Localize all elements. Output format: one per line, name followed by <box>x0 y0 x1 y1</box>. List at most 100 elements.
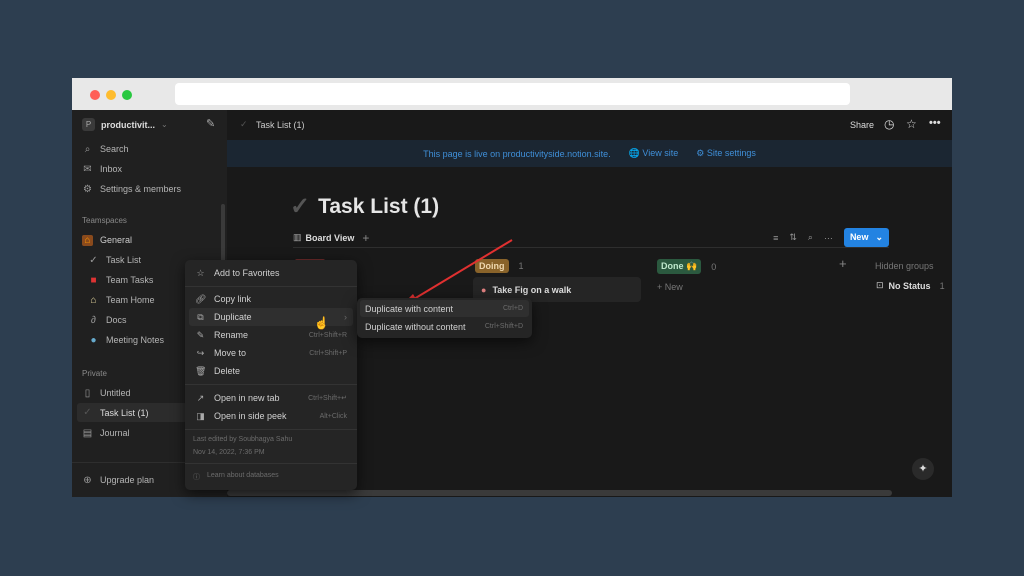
address-bar[interactable] <box>175 83 850 105</box>
workspace-switcher[interactable]: P productivit... ⌄ <box>82 118 168 131</box>
share-button[interactable]: Share <box>850 120 874 130</box>
check-icon: ✓ <box>83 407 92 418</box>
hidden-group-no-status[interactable]: ⊡ No Status 1 <box>876 280 945 291</box>
link-icon: 🔗︎ <box>195 293 207 304</box>
add-view-icon[interactable]: + <box>362 231 369 245</box>
label: Meeting Notes <box>106 335 165 345</box>
menu-item-copy-link[interactable]: 🔗︎ Copy link <box>189 290 353 308</box>
sidebar-item-settings[interactable]: ⚙ Settings & members <box>82 181 181 197</box>
upgrade-plan-button[interactable]: ⊕ Upgrade plan <box>82 472 154 488</box>
chevron-right-icon: › <box>344 312 347 322</box>
sidebar-item-docs[interactable]: ∂ Docs <box>88 312 127 328</box>
sidebar-item-task-list-1[interactable]: ✓ Task List (1) <box>77 403 187 422</box>
divider <box>185 429 357 430</box>
upgrade-icon: ⊕ <box>83 474 92 486</box>
chevron-down-icon[interactable]: ⌄ <box>875 232 883 243</box>
label: General <box>100 235 133 245</box>
label: Untitled <box>100 388 131 398</box>
menu-item-duplicate-with-content[interactable]: Duplicate with content Ctrl+D <box>360 300 529 317</box>
add-group-icon[interactable]: + <box>839 256 847 271</box>
page-title[interactable]: ✓ Task List (1) <box>290 192 439 221</box>
label: Task List <box>106 255 142 265</box>
sidebar-item-inbox[interactable]: ✉ Inbox <box>82 161 122 177</box>
group-count: 1 <box>518 261 524 271</box>
document-icon: ▤ <box>82 427 93 439</box>
horizontal-scrollbar[interactable] <box>227 490 892 496</box>
more-icon[interactable]: ••• <box>929 117 941 129</box>
menu-item-open-in-new-tab[interactable]: ↗ Open in new tab Ctrl+Shift+↵ <box>189 389 353 407</box>
label: Learn about databases <box>207 472 279 479</box>
more-icon[interactable]: ··· <box>824 233 833 243</box>
shortcut: Ctrl+Shift+P <box>309 349 347 357</box>
sort-icon[interactable]: ⇅ <box>789 232 797 243</box>
menu-item-move-to[interactable]: ↪ Move to Ctrl+Shift+P <box>189 344 353 362</box>
star-icon[interactable]: ☆ <box>906 117 917 131</box>
menu-item-delete[interactable]: 🗑︎ Delete <box>189 362 353 380</box>
label: Move to <box>214 348 247 358</box>
minimize-window-button[interactable] <box>106 90 116 100</box>
group-done: Done 🙌 0 <box>657 259 716 274</box>
label: Settings & members <box>100 184 182 194</box>
sidebar-item-search[interactable]: ⌕ Search <box>82 141 129 157</box>
sidebar-item-team-home[interactable]: ⌂ Team Home <box>88 292 155 308</box>
check-icon: ✓ <box>290 193 311 220</box>
label: Upgrade plan <box>100 475 155 485</box>
browser-titlebar <box>72 78 952 110</box>
star-icon: ☆ <box>196 267 205 278</box>
label: Team Home <box>106 295 155 305</box>
new-page-icon[interactable]: ✎ <box>206 117 215 130</box>
search-icon: ⌕ <box>84 143 91 155</box>
move-icon: ↪ <box>196 347 205 358</box>
group-count: 1 <box>939 280 945 291</box>
label: Open in new tab <box>214 393 280 403</box>
divider <box>185 463 357 464</box>
breadcrumb[interactable]: Task List (1) <box>256 120 305 130</box>
tab-board-view[interactable]: Board View <box>306 233 355 243</box>
new-button[interactable]: New ⌄ <box>843 228 889 247</box>
chevron-down-icon: ⌄ <box>161 120 168 129</box>
gear-icon: ⚙ <box>83 183 92 195</box>
last-edited-by: Last edited by Soubhagya Sahu <box>193 436 293 443</box>
house-icon: ⌂ <box>82 234 93 246</box>
page-icon: ▯ <box>84 387 91 399</box>
duplicate-submenu: Duplicate with content Ctrl+D Duplicate w… <box>357 298 532 338</box>
maximize-window-button[interactable] <box>122 90 132 100</box>
filter-icon[interactable]: ≡ <box>773 233 778 243</box>
title-text: Task List (1) <box>318 194 440 218</box>
inbox-icon: ⊡ <box>876 280 884 290</box>
close-window-button[interactable] <box>90 90 100 100</box>
site-live-banner: This page is live on productivityside.no… <box>227 140 952 167</box>
label: New <box>849 232 869 242</box>
add-card-button[interactable]: + New <box>657 282 683 292</box>
label: Copy link <box>214 294 252 304</box>
divider <box>185 286 357 287</box>
sidebar-item-journal[interactable]: ▤ Journal <box>82 425 130 441</box>
shortcut: Ctrl+Shift+R <box>308 331 347 339</box>
sidebar-item-meeting-notes[interactable]: ● Meeting Notes <box>88 332 164 348</box>
hand-cursor-icon: ☝ <box>314 316 329 330</box>
sidebar-item-untitled[interactable]: ▯ Untitled <box>82 385 131 401</box>
context-menu: ☆ Add to Favorites 🔗︎ Copy link ⧉ Duplicate… <box>185 260 357 490</box>
clock-icon[interactable]: ◷ <box>884 117 894 131</box>
board-icon: ▥ <box>293 232 302 242</box>
site-settings-link[interactable]: ⚙ Site settings <box>696 148 756 159</box>
menu-item-duplicate-without-content[interactable]: Duplicate without content Ctrl+Shift+D <box>360 318 529 335</box>
sidebar-item-task-list[interactable]: ✓ Task List <box>88 252 141 268</box>
search-icon[interactable]: ⌕ <box>808 232 813 243</box>
menu-item-open-in-side-peek[interactable]: ◨ Open in side peek Alt+Click <box>189 407 353 425</box>
label: Journal <box>100 428 130 438</box>
ai-sparkle-button[interactable]: ✦ <box>912 458 934 480</box>
private-heading: Private <box>82 369 107 378</box>
label: Open in side peek <box>214 411 287 421</box>
help-icon: ⓘ <box>193 474 200 481</box>
menu-item-add-to-favorites[interactable]: ☆ Add to Favorites <box>189 264 353 282</box>
label: Docs <box>106 315 127 325</box>
sidebar-item-team-tasks[interactable]: ■ Team Tasks <box>88 272 153 288</box>
label: Duplicate <box>214 312 252 322</box>
view-site-link[interactable]: 🌐 View site <box>629 148 679 159</box>
hidden-groups-label: Hidden groups <box>875 261 934 271</box>
sidebar-item-general[interactable]: ⌂ General <box>82 232 132 248</box>
learn-about-databases-link[interactable]: ⓘ Learn about databases <box>193 472 279 482</box>
house-icon: ⌂ <box>90 294 97 306</box>
status-badge: Done 🙌 <box>657 259 702 274</box>
